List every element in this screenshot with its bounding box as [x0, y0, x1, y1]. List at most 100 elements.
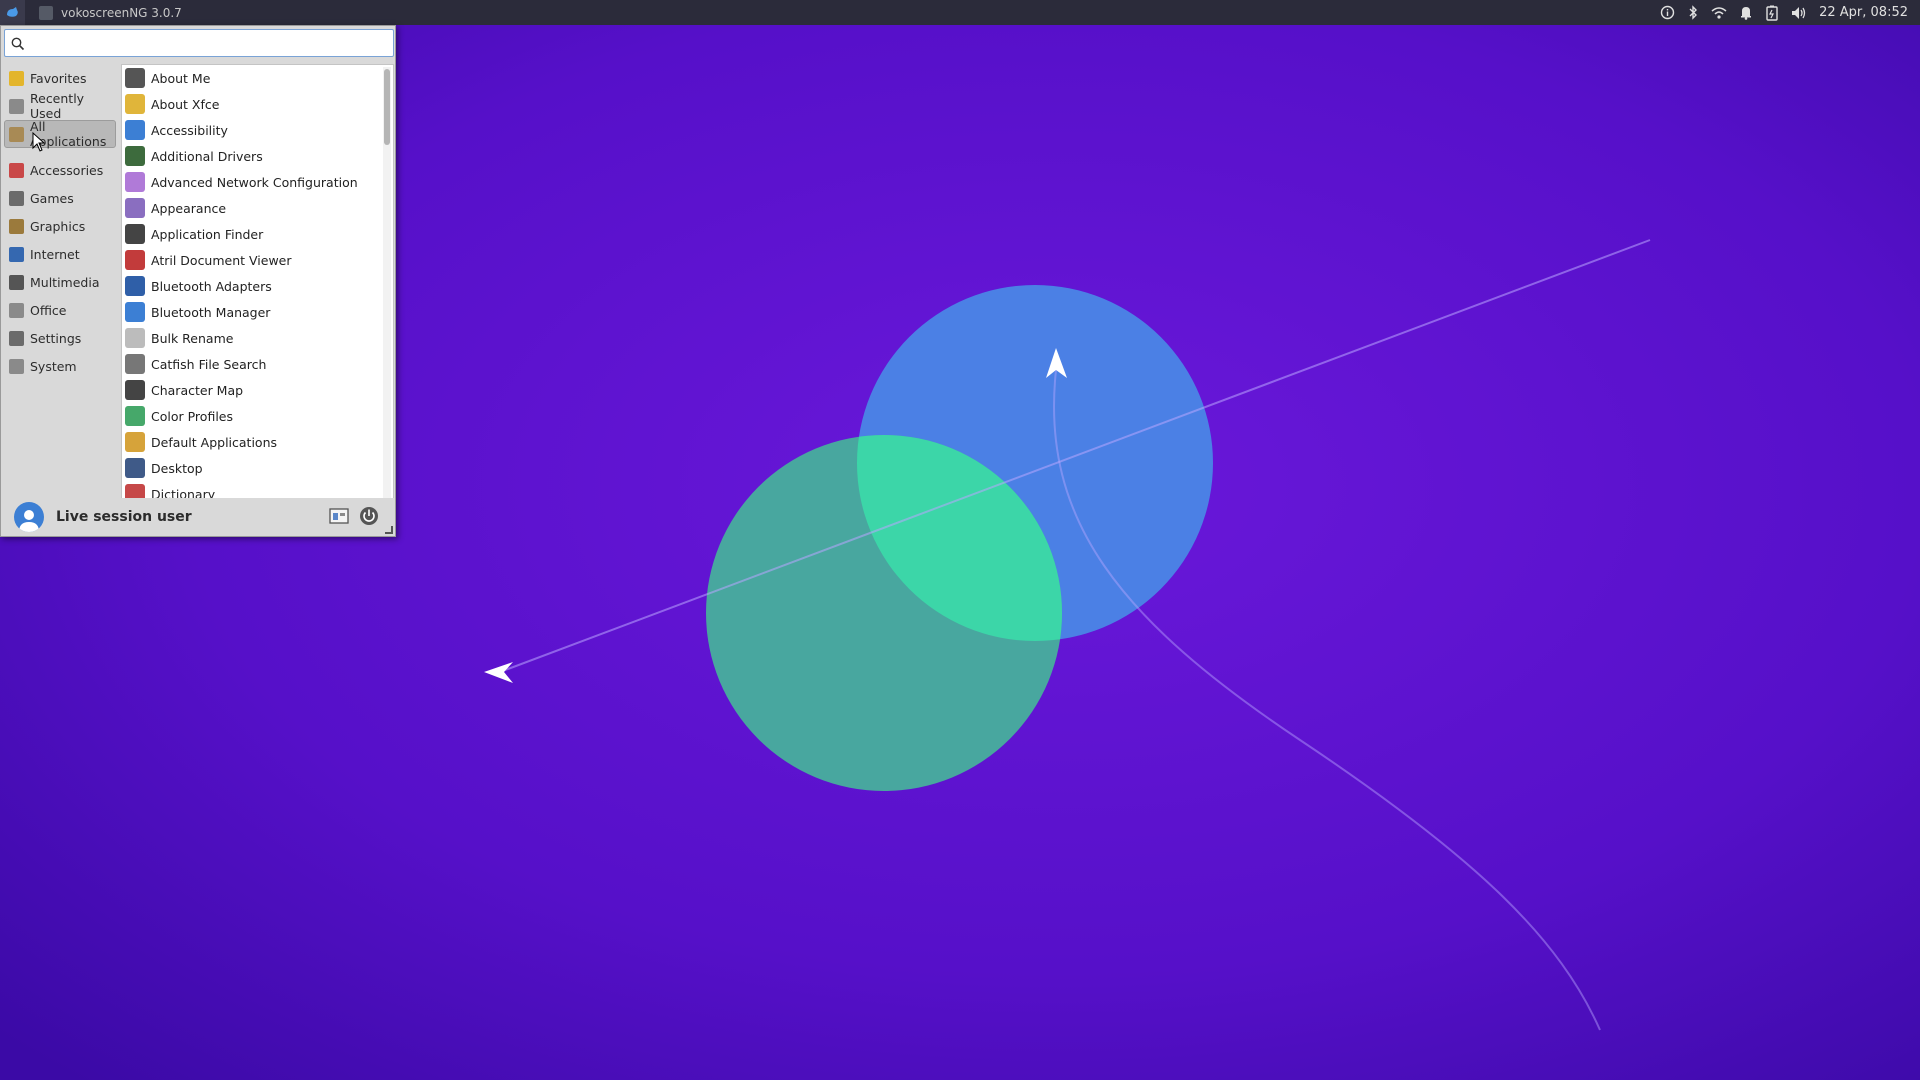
desktop-icon [125, 458, 145, 478]
app-label: Bulk Rename [151, 330, 234, 346]
top-panel: vokoscreenNG 3.0.7 22 Apr, 08:52 [0, 0, 1920, 25]
application-menu: Favorites Recently Used All Applications Ac… [0, 25, 396, 537]
application-list[interactable]: About Me About Xfce Accessibility Additiona… [121, 64, 394, 521]
category-office[interactable]: Office [4, 296, 116, 324]
app-item-additional-drivers[interactable]: Additional Drivers [122, 143, 393, 169]
category-label: Favorites [30, 70, 87, 86]
app-item-appearance[interactable]: Appearance [122, 195, 393, 221]
palette-icon [9, 218, 24, 234]
settings-manager-icon [329, 508, 349, 524]
taskbar-window-button[interactable]: vokoscreenNG 3.0.7 [39, 5, 182, 20]
menu-footer: Live session user [1, 498, 395, 536]
file-search-icon [125, 354, 145, 374]
clock[interactable]: 22 Apr, 08:52 [1819, 0, 1908, 25]
gamepad-icon [9, 190, 24, 206]
user-icon [19, 510, 39, 532]
search-box[interactable] [4, 29, 394, 57]
star-icon [9, 70, 24, 86]
app-label: Color Profiles [151, 408, 233, 424]
chip-icon [125, 146, 145, 166]
app-label: Additional Drivers [151, 148, 263, 164]
category-label: Recently Used [30, 91, 85, 121]
bluetooth-icon[interactable] [1687, 5, 1699, 20]
category-multimedia[interactable]: Multimedia [4, 268, 116, 296]
app-item-application-finder[interactable]: Application Finder [122, 221, 393, 247]
battery-icon[interactable] [1765, 5, 1779, 21]
category-accessories[interactable]: Accessories [4, 156, 116, 184]
system-tray: 22 Apr, 08:52 [1660, 0, 1908, 25]
gear-icon [9, 358, 24, 374]
app-label: Accessibility [151, 122, 228, 138]
resize-grip[interactable] [385, 526, 393, 534]
media-icon [9, 274, 24, 290]
category-recently-used[interactable]: Recently Used [4, 91, 116, 121]
app-item-catfish-file-search[interactable]: Catfish File Search [122, 351, 393, 377]
category-label: Multimedia [30, 274, 100, 290]
category-label: Games [30, 190, 74, 206]
power-button[interactable] [357, 504, 381, 528]
app-item-character-map[interactable]: Character Map [122, 377, 393, 403]
app-item-default-applications[interactable]: Default Applications [122, 429, 393, 455]
document-viewer-icon [125, 250, 145, 270]
category-label: Internet [30, 246, 80, 262]
info-icon[interactable] [1660, 5, 1675, 20]
category-separator [4, 148, 116, 156]
settings-manager-button[interactable] [327, 504, 351, 528]
bluetooth-icon [125, 302, 145, 322]
category-favorites[interactable]: Favorites [4, 64, 116, 92]
app-item-desktop[interactable]: Desktop [122, 455, 393, 481]
app-item-atril-document-viewer[interactable]: Atril Document Viewer [122, 247, 393, 273]
app-item-about-me[interactable]: About Me [122, 65, 393, 91]
app-item-accessibility[interactable]: Accessibility [122, 117, 393, 143]
app-item-about-xfce[interactable]: About Xfce [122, 91, 393, 117]
category-list: Favorites Recently Used All Applications Ac… [4, 64, 116, 380]
app-item-bluetooth-adapters[interactable]: Bluetooth Adapters [122, 273, 393, 299]
app-label: Appearance [151, 200, 227, 216]
default-apps-icon [125, 432, 145, 452]
app-list-scrollbar[interactable] [383, 67, 391, 520]
user-icon [125, 68, 145, 88]
app-label: Desktop [151, 460, 203, 476]
app-item-bulk-rename[interactable]: Bulk Rename [122, 325, 393, 351]
category-internet[interactable]: Internet [4, 240, 116, 268]
app-label: Application Finder [151, 226, 264, 242]
power-icon [360, 507, 378, 525]
app-item-bluetooth-manager[interactable]: Bluetooth Manager [122, 299, 393, 325]
rename-icon [125, 328, 145, 348]
globe-icon [9, 246, 24, 262]
app-label: About Me [151, 70, 211, 86]
taskbar-window-title: vokoscreenNG 3.0.7 [61, 5, 182, 20]
bluetooth-adapter-icon [125, 276, 145, 296]
xfce-mouse-icon [7, 7, 18, 17]
scrollbar-thumb[interactable] [384, 69, 390, 145]
category-graphics[interactable]: Graphics [4, 212, 116, 240]
whisker-menu-button[interactable] [0, 0, 25, 25]
brush-icon [125, 198, 145, 218]
app-label: Character Map [151, 382, 244, 398]
character-map-icon [125, 380, 145, 400]
category-settings[interactable]: Settings [4, 324, 116, 352]
app-label: Advanced Network Configuration [151, 174, 358, 190]
network-icon [125, 172, 145, 192]
office-icon [9, 302, 24, 318]
category-all-applications[interactable]: All Applications [4, 119, 116, 149]
accessibility-icon [125, 120, 145, 140]
category-system[interactable]: System [4, 352, 116, 380]
app-item-advanced-network-configuration[interactable]: Advanced Network Configuration [122, 169, 393, 195]
category-label: Settings [30, 330, 82, 346]
app-item-color-profiles[interactable]: Color Profiles [122, 403, 393, 429]
clock-icon [9, 98, 24, 114]
category-label: Office [30, 302, 67, 318]
accessories-icon [9, 162, 24, 178]
user-avatar[interactable] [14, 502, 44, 532]
settings-icon [9, 330, 24, 346]
app-label: Atril Document Viewer [151, 252, 292, 268]
wifi-icon[interactable] [1711, 6, 1727, 20]
category-label: System [30, 358, 77, 374]
color-profile-icon [125, 406, 145, 426]
volume-icon[interactable] [1791, 6, 1807, 20]
search-input[interactable] [31, 33, 389, 53]
bell-icon[interactable] [1739, 5, 1753, 20]
category-games[interactable]: Games [4, 184, 116, 212]
star-icon [125, 94, 145, 114]
